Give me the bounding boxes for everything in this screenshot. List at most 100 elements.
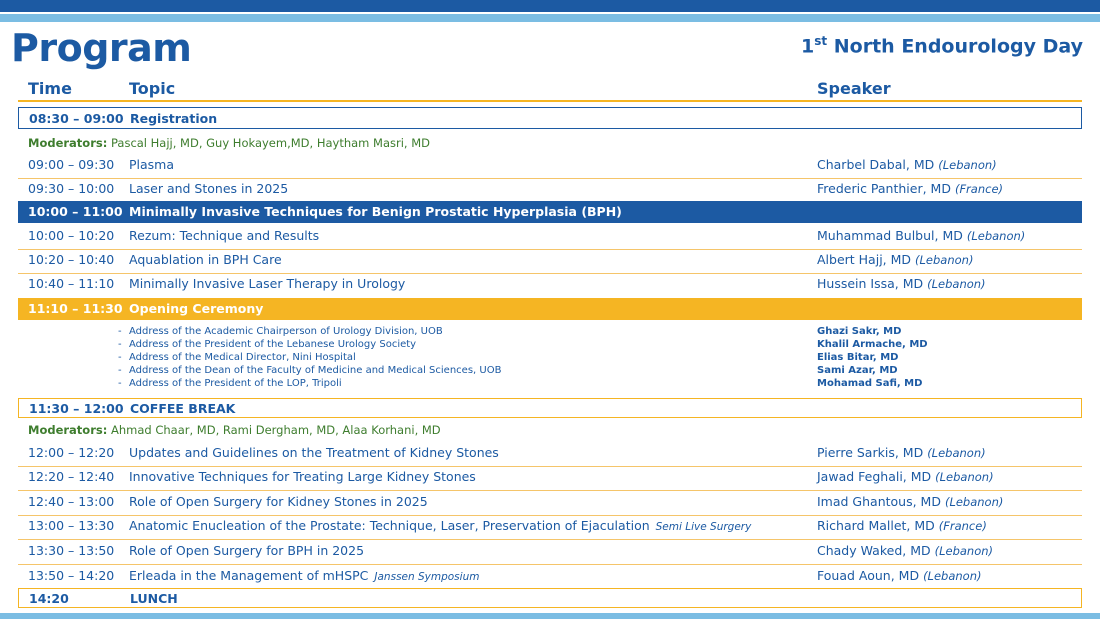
event-name: 1st North Endourology Day (801, 34, 1083, 57)
session-topic: Aquablation in BPH Care (129, 252, 282, 267)
address-text: Address of the Academic Chairperson of U… (129, 326, 443, 337)
address-speaker: Ghazi Sakr, MD (817, 326, 902, 337)
speaker-name: Pierre Sarkis, MD (817, 445, 924, 460)
coffee-break-row: 11:30 – 12:00 COFFEE BREAK (18, 398, 1082, 418)
session-topic: Erleada in the Management of mHSPC Jansse… (129, 568, 479, 583)
opening-topic: Opening Ceremony (129, 301, 264, 316)
speaker-name: Albert Hajj, MD (817, 252, 912, 267)
session-time: 10:40 – 11:10 (28, 276, 115, 291)
moderators-names: Pascal Hajj, MD, Guy Hokayem,MD, Haytham… (107, 136, 430, 150)
session-time: 13:00 – 13:30 (28, 518, 115, 533)
coffee-time: 11:30 – 12:00 (29, 401, 124, 416)
session-speaker: Charbel Dabal, MD (Lebanon) (817, 157, 997, 172)
address-text: Address of the President of the LOP, Tri… (129, 378, 342, 389)
session-topic: Minimally Invasive Laser Therapy in Urol… (129, 276, 406, 291)
column-header-topic: Topic (129, 79, 176, 98)
speaker-name: Fouad Aoun, MD (817, 568, 920, 583)
moderators-label: Moderators: (28, 423, 108, 437)
address-text: Address of the President of the Lebanese… (129, 339, 417, 350)
speaker-name: Richard Mallet, MD (817, 518, 935, 533)
moderators-names: Ahmad Chaar, MD, Rami Dergham, MD, Alaa … (107, 423, 441, 437)
session-time: 12:40 – 13:00 (28, 494, 115, 509)
address-speaker: Khalil Armache, MD (817, 339, 928, 350)
bottom-accent-stripe (0, 613, 1100, 619)
speaker-country: (Lebanon) (935, 470, 994, 484)
session-row: 13:30 – 13:50 Role of Open Surgery for B… (18, 537, 1082, 565)
session-topic: Role of Open Surgery for BPH in 2025 (129, 543, 365, 558)
top-accent-bar (0, 0, 1100, 12)
address-speaker: Sami Azar, MD (817, 365, 898, 376)
session-speaker: Chady Waked, MD (Lebanon) (817, 543, 993, 558)
speaker-name: Imad Ghantous, MD (817, 494, 941, 509)
speaker-country: (Lebanon) (938, 158, 997, 172)
session-row: 10:40 – 11:10 Minimally Invasive Laser T… (18, 270, 1082, 298)
session-tag: Semi Live Surgery (655, 521, 752, 533)
event-ordinal-suffix: st (814, 34, 828, 48)
session-row: 12:20 – 12:40 Innovative Techniques for … (18, 463, 1082, 491)
address-bullet: - (118, 378, 122, 389)
column-header-time: Time (28, 79, 72, 98)
moderators-morning: Moderators: Pascal Hajj, MD, Guy Hokayem… (28, 136, 430, 150)
session-speaker: Frederic Panthier, MD (France) (817, 181, 1003, 196)
speaker-country: (Lebanon) (934, 544, 994, 558)
address-bullet: - (118, 365, 122, 376)
registration-topic: Registration (130, 111, 218, 126)
registration-row: 08:30 – 09:00 Registration (18, 107, 1082, 129)
session-topic-text: Anatomic Enucleation of the Prostate: Te… (129, 518, 650, 533)
bph-section-header: 10:00 – 11:00 Minimally Invasive Techniq… (18, 201, 1082, 223)
speaker-country: (France) (954, 182, 1004, 196)
session-topic: Plasma (129, 157, 175, 172)
speaker-name: Frederic Panthier, MD (817, 181, 951, 196)
session-time: 09:30 – 10:00 (28, 181, 115, 196)
session-speaker: Albert Hajj, MD (Lebanon) (817, 252, 973, 267)
session-speaker: Muhammad Bulbul, MD (Lebanon) (817, 228, 1025, 243)
speaker-name: Chady Waked, MD (817, 543, 931, 558)
session-row: 13:50 – 14:20 Erleada in the Management … (18, 562, 1082, 590)
session-tag: Janssen Symposium (374, 571, 480, 583)
bph-section-topic: Minimally Invasive Techniques for Benign… (129, 204, 622, 219)
session-topic: Rezum: Technique and Results (129, 228, 320, 243)
coffee-topic: COFFEE BREAK (130, 401, 236, 416)
speaker-country: (Lebanon) (927, 446, 986, 460)
session-speaker: Richard Mallet, MD (France) (817, 518, 987, 533)
page-title: Program (11, 26, 192, 70)
speaker-country: (Lebanon) (966, 229, 1026, 243)
session-topic: Anatomic Enucleation of the Prostate: Te… (129, 518, 751, 533)
session-time: 13:50 – 14:20 (28, 568, 115, 583)
column-header-speaker: Speaker (817, 79, 891, 98)
session-topic-text: Erleada in the Management of mHSPC (129, 568, 369, 583)
speaker-country: (France) (938, 519, 987, 533)
lunch-time: 14:20 (29, 591, 69, 606)
header-divider (18, 100, 1082, 102)
top-accent-stripe (0, 14, 1100, 22)
bph-section-time: 10:00 – 11:00 (28, 204, 123, 219)
session-speaker: Imad Ghantous, MD (Lebanon) (817, 494, 1003, 509)
session-time: 09:00 – 09:30 (28, 157, 115, 172)
opening-time: 11:10 – 11:30 (28, 301, 123, 316)
speaker-name: Hussein Issa, MD (817, 276, 924, 291)
lunch-topic: LUNCH (130, 591, 178, 606)
speaker-name: Muhammad Bulbul, MD (817, 228, 963, 243)
session-topic: Laser and Stones in 2025 (129, 181, 289, 196)
speaker-name: Jawad Feghali, MD (817, 469, 932, 484)
registration-time: 08:30 – 09:00 (29, 111, 124, 126)
address-bullet: - (118, 352, 122, 363)
address-speaker: Elias Bitar, MD (817, 352, 899, 363)
moderators-afternoon: Moderators: Ahmad Chaar, MD, Rami Dergha… (28, 423, 441, 437)
session-time: 10:00 – 10:20 (28, 228, 115, 243)
speaker-country: (Lebanon) (927, 277, 986, 291)
opening-ceremony-header: 11:10 – 11:30 Opening Ceremony (18, 298, 1082, 320)
address-bullet: - (118, 339, 122, 350)
session-topic: Updates and Guidelines on the Treatment … (129, 445, 499, 460)
address-speaker: Mohamad Safi, MD (817, 378, 923, 389)
session-speaker: Pierre Sarkis, MD (Lebanon) (817, 445, 986, 460)
address-text: Address of the Dean of the Faculty of Me… (129, 365, 502, 376)
session-topic: Role of Open Surgery for Kidney Stones i… (129, 494, 428, 509)
session-row: 09:30 – 10:00 Laser and Stones in 2025 F… (18, 175, 1082, 203)
address-bullet: - (118, 326, 122, 337)
session-speaker: Fouad Aoun, MD (Lebanon) (817, 568, 981, 583)
event-ordinal: 1 (801, 35, 815, 58)
session-time: 12:20 – 12:40 (28, 469, 115, 484)
speaker-country: (Lebanon) (915, 253, 974, 267)
session-time: 12:00 – 12:20 (28, 445, 115, 460)
